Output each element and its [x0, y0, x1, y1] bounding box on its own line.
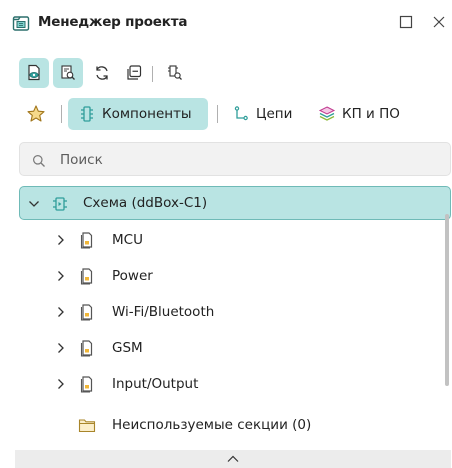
tab-pcb[interactable]: КП и ПО [314, 98, 418, 130]
toolbar-button-collapse-all[interactable] [119, 58, 149, 88]
tree-item-input-output[interactable]: Input/Output [19, 367, 451, 401]
chevron-right-icon[interactable] [54, 341, 68, 355]
tree-item-label: Wi-Fi/Bluetooth [112, 304, 215, 320]
tab-components-label: Компоненты [102, 106, 192, 122]
chevron-right-icon[interactable] [54, 269, 68, 283]
collapse-all-icon [127, 65, 142, 80]
tree-item-label: Input/Output [112, 376, 199, 392]
search-input[interactable] [60, 149, 440, 171]
toolbar-separator [152, 66, 153, 82]
sheet-icon [78, 375, 96, 393]
project-tree: Схема (ddBox-C1) MCU Power Wi-Fi/Bluetoo… [0, 184, 452, 452]
document-search-icon [61, 65, 75, 80]
tree-item-wifi-bluetooth[interactable]: Wi-Fi/Bluetooth [19, 295, 451, 329]
maximize-button[interactable] [396, 12, 416, 32]
toolbar-button-document-search[interactable] [53, 58, 83, 88]
tree-item-label: Power [112, 268, 153, 284]
tab-nets[interactable]: Цепи [226, 98, 308, 130]
toolbar-button-refresh[interactable] [87, 58, 117, 88]
tree-item-mcu[interactable]: MCU [19, 223, 451, 257]
toolbar-button-document-view[interactable] [19, 58, 49, 88]
close-button[interactable] [429, 12, 449, 32]
tab-components[interactable]: Компоненты [68, 98, 208, 130]
tree-item-gsm[interactable]: GSM [19, 331, 451, 365]
sheet-icon [78, 267, 96, 285]
project-manager-icon [12, 14, 30, 32]
title-bar: Менеджер проекта [0, 0, 452, 44]
folder-icon [78, 416, 96, 434]
search-box [19, 142, 451, 176]
sheet-icon [78, 231, 96, 249]
sheet-icon [78, 303, 96, 321]
tab-separator [61, 105, 62, 123]
chevron-right-icon[interactable] [54, 305, 68, 319]
tree-item-power[interactable]: Power [19, 259, 451, 293]
chevron-up-icon [227, 455, 239, 462]
toolbar-button-find-component[interactable] [160, 58, 190, 88]
favorites-button[interactable] [24, 102, 48, 126]
tree-item-label: Неиспользуемые секции (0) [112, 417, 312, 433]
tab-separator [217, 105, 218, 123]
tree-item-label: GSM [112, 340, 143, 356]
maximize-icon [399, 15, 413, 29]
tab-pcb-label: КП и ПО [342, 106, 400, 122]
star-icon [27, 105, 45, 122]
tab-bar: Компоненты Цепи КП и ПО [0, 96, 452, 132]
find-component-icon [168, 65, 182, 80]
document-view-icon [28, 64, 40, 81]
schematic-icon [51, 195, 69, 213]
window-title: Менеджер проекта [38, 14, 188, 30]
scroll-up-bar[interactable] [15, 450, 451, 468]
tree-item-label: MCU [112, 232, 143, 248]
chevron-right-icon[interactable] [54, 233, 68, 247]
tree-root-label: Схема (ddBox-C1) [83, 195, 208, 211]
tab-nets-label: Цепи [256, 106, 293, 122]
tree-root-schematic[interactable]: Схема (ddBox-C1) [19, 186, 451, 220]
search-icon [32, 153, 46, 167]
chevron-right-icon[interactable] [54, 377, 68, 391]
toolbar [0, 58, 452, 90]
close-icon [433, 16, 445, 28]
sheet-icon [78, 339, 96, 357]
layers-icon [318, 105, 336, 123]
component-icon [78, 105, 96, 123]
net-icon [232, 105, 250, 123]
chevron-down-icon[interactable] [27, 197, 41, 211]
refresh-icon [96, 66, 108, 80]
scrollbar[interactable] [445, 214, 449, 386]
tree-item-unused-sections[interactable]: Неиспользуемые секции (0) [19, 408, 451, 442]
